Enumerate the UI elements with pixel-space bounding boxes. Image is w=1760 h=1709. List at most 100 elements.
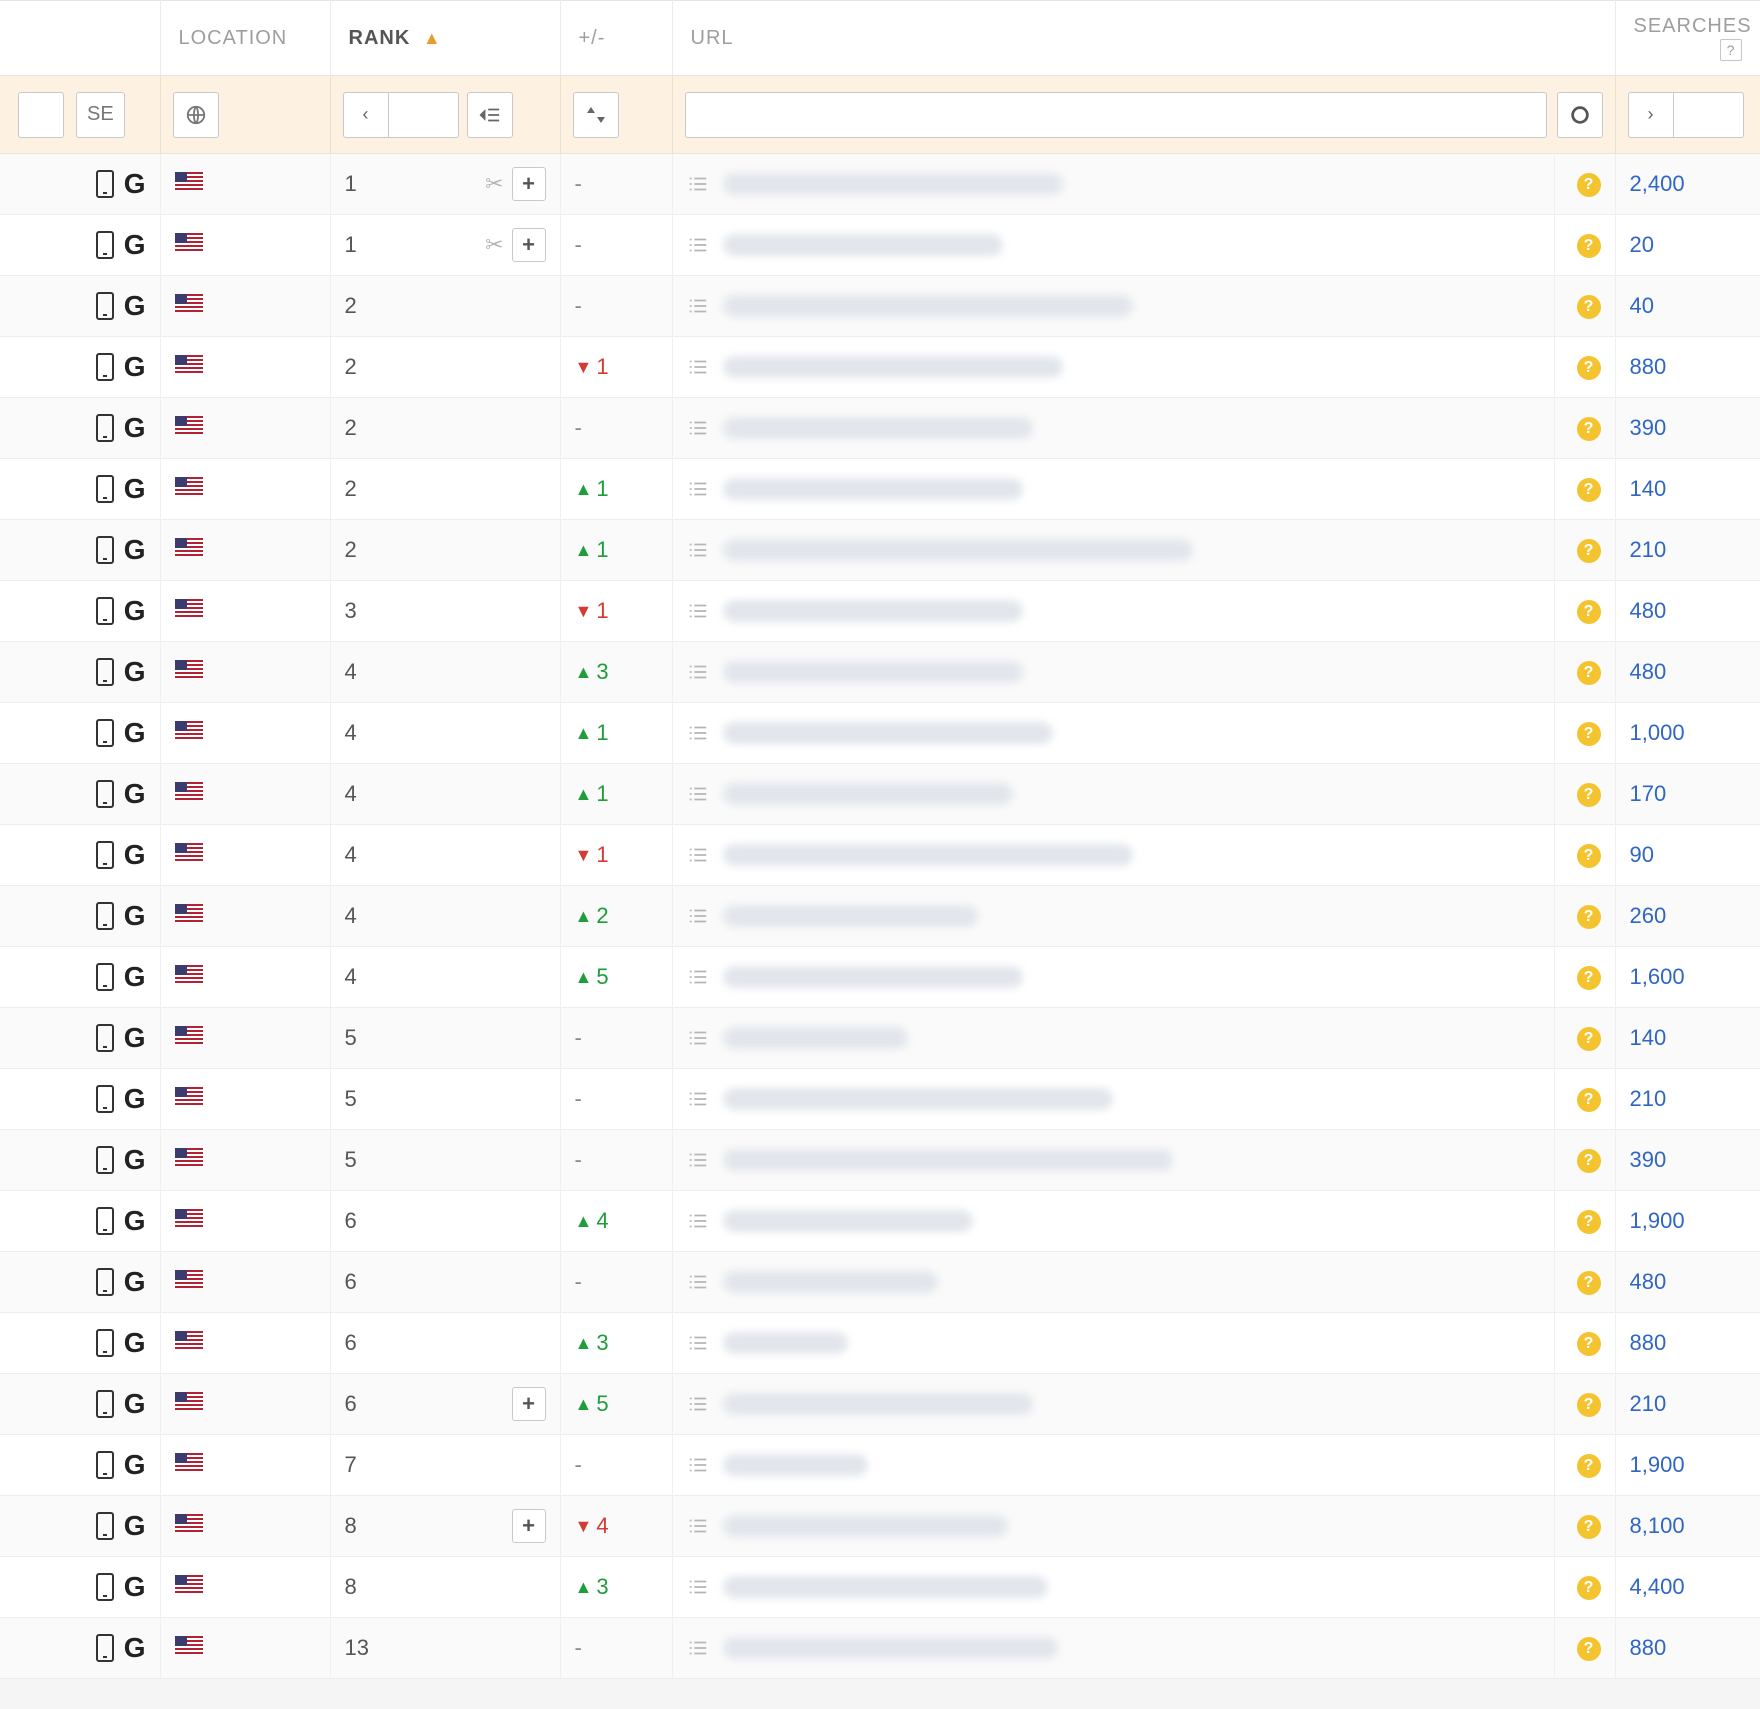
url-cell[interactable] — [672, 337, 1555, 398]
add-button[interactable]: + — [512, 228, 546, 262]
location-filter-button[interactable] — [173, 92, 219, 138]
table-row[interactable]: G13- ?880 — [0, 1618, 1760, 1679]
header-rank[interactable]: RANK ▲ — [330, 1, 560, 76]
table-row[interactable]: G8▲3 ?4,400 — [0, 1557, 1760, 1618]
table-row[interactable]: G2- ?40 — [0, 276, 1760, 337]
searches-cell[interactable]: 480 — [1615, 581, 1760, 642]
table-row[interactable]: G2- ?390 — [0, 398, 1760, 459]
device-filter-button[interactable] — [18, 92, 64, 138]
searches-cell[interactable]: 390 — [1615, 1130, 1760, 1191]
url-cell[interactable] — [672, 1618, 1555, 1679]
url-cell[interactable] — [672, 1557, 1555, 1618]
help-icon[interactable]: ? — [1720, 39, 1742, 61]
table-row[interactable]: G2▲1 ?210 — [0, 520, 1760, 581]
warning-icon[interactable]: ? — [1577, 1576, 1601, 1600]
warning-icon[interactable]: ? — [1577, 1637, 1601, 1661]
search-engine-filter-button[interactable]: SE — [76, 92, 125, 138]
searches-cell[interactable]: 170 — [1615, 764, 1760, 825]
warning-icon[interactable]: ? — [1577, 722, 1601, 746]
url-cell[interactable] — [672, 276, 1555, 337]
warning-icon[interactable]: ? — [1577, 1271, 1601, 1295]
searches-cell[interactable]: 390 — [1615, 398, 1760, 459]
searches-cell[interactable]: 40 — [1615, 276, 1760, 337]
rank-list-button[interactable] — [467, 92, 513, 138]
url-cell[interactable] — [672, 947, 1555, 1008]
searches-cell[interactable]: 210 — [1615, 1374, 1760, 1435]
url-reset-button[interactable] — [1557, 92, 1603, 138]
searches-cell[interactable]: 1,900 — [1615, 1191, 1760, 1252]
warning-icon[interactable]: ? — [1577, 1515, 1601, 1539]
warning-icon[interactable]: ? — [1577, 295, 1601, 319]
table-row[interactable]: G4▲1 ?170 — [0, 764, 1760, 825]
url-cell[interactable] — [672, 1496, 1555, 1557]
warning-icon[interactable]: ? — [1577, 1088, 1601, 1112]
url-cell[interactable] — [672, 1008, 1555, 1069]
url-cell[interactable] — [672, 1069, 1555, 1130]
url-cell[interactable] — [672, 825, 1555, 886]
header-location[interactable]: LOCATION — [160, 1, 330, 76]
warning-icon[interactable]: ? — [1577, 234, 1601, 258]
warning-icon[interactable]: ? — [1577, 1454, 1601, 1478]
table-row[interactable]: G4▲5 ?1,600 — [0, 947, 1760, 1008]
searches-cell[interactable]: 90 — [1615, 825, 1760, 886]
table-row[interactable]: G8+▼4 ?8,100 — [0, 1496, 1760, 1557]
table-row[interactable]: G2▼1 ?880 — [0, 337, 1760, 398]
warning-icon[interactable]: ? — [1577, 417, 1601, 441]
header-url[interactable]: URL — [672, 1, 1615, 76]
warning-icon[interactable]: ? — [1577, 1149, 1601, 1173]
table-row[interactable]: G4▲2 ?260 — [0, 886, 1760, 947]
url-cell[interactable] — [672, 398, 1555, 459]
warning-icon[interactable]: ? — [1577, 478, 1601, 502]
rank-filter-input[interactable] — [389, 92, 459, 138]
table-row[interactable]: G6+▲5 ?210 — [0, 1374, 1760, 1435]
searches-cell[interactable]: 8,100 — [1615, 1496, 1760, 1557]
add-button[interactable]: + — [512, 1387, 546, 1421]
url-cell[interactable] — [672, 154, 1555, 215]
change-filter-button[interactable] — [573, 92, 619, 138]
warning-icon[interactable]: ? — [1577, 1332, 1601, 1356]
url-cell[interactable] — [672, 1130, 1555, 1191]
warning-icon[interactable]: ? — [1577, 1027, 1601, 1051]
header-searches[interactable]: SEARCHES ? — [1615, 1, 1760, 76]
warning-icon[interactable]: ? — [1577, 173, 1601, 197]
header-change[interactable]: +/- — [560, 1, 672, 76]
warning-icon[interactable]: ? — [1577, 539, 1601, 563]
table-row[interactable]: G6- ?480 — [0, 1252, 1760, 1313]
searches-cell[interactable]: 260 — [1615, 886, 1760, 947]
searches-cell[interactable]: 210 — [1615, 520, 1760, 581]
warning-icon[interactable]: ? — [1577, 600, 1601, 624]
url-cell[interactable] — [672, 1374, 1555, 1435]
rank-prev-button[interactable]: ‹ — [343, 92, 389, 138]
searches-cell[interactable]: 140 — [1615, 1008, 1760, 1069]
warning-icon[interactable]: ? — [1577, 966, 1601, 990]
searches-cell[interactable]: 140 — [1615, 459, 1760, 520]
table-row[interactable]: G4▲1 ?1,000 — [0, 703, 1760, 764]
searches-cell[interactable]: 480 — [1615, 642, 1760, 703]
table-row[interactable]: G6▲3 ?880 — [0, 1313, 1760, 1374]
warning-icon[interactable]: ? — [1577, 1210, 1601, 1234]
warning-icon[interactable]: ? — [1577, 356, 1601, 380]
searches-cell[interactable]: 20 — [1615, 215, 1760, 276]
searches-cell[interactable]: 210 — [1615, 1069, 1760, 1130]
searches-cell[interactable]: 880 — [1615, 337, 1760, 398]
warning-icon[interactable]: ? — [1577, 844, 1601, 868]
warning-icon[interactable]: ? — [1577, 783, 1601, 807]
table-row[interactable]: G1✂+- ?2,400 — [0, 154, 1760, 215]
table-row[interactable]: G7- ?1,900 — [0, 1435, 1760, 1496]
table-row[interactable]: G5- ?390 — [0, 1130, 1760, 1191]
searches-cell[interactable]: 480 — [1615, 1252, 1760, 1313]
searches-cell[interactable]: 1,600 — [1615, 947, 1760, 1008]
searches-cell[interactable]: 1,000 — [1615, 703, 1760, 764]
warning-icon[interactable]: ? — [1577, 905, 1601, 929]
table-row[interactable]: G1✂+- ?20 — [0, 215, 1760, 276]
url-cell[interactable] — [672, 1313, 1555, 1374]
url-cell[interactable] — [672, 459, 1555, 520]
table-row[interactable]: G2▲1 ?140 — [0, 459, 1760, 520]
url-cell[interactable] — [672, 764, 1555, 825]
add-button[interactable]: + — [512, 167, 546, 201]
add-button[interactable]: + — [512, 1509, 546, 1543]
url-cell[interactable] — [672, 581, 1555, 642]
table-row[interactable]: G4▲3 ?480 — [0, 642, 1760, 703]
url-cell[interactable] — [672, 642, 1555, 703]
url-cell[interactable] — [672, 215, 1555, 276]
